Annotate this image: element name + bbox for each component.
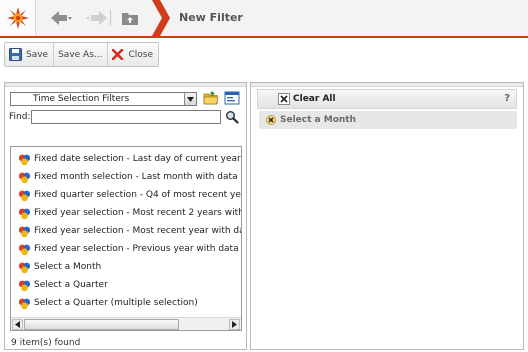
filter-category-value: Time Selection Filters: [33, 94, 130, 104]
filter-object-icon: [18, 280, 31, 291]
filter-category-select[interactable]: Time Selection Filters: [10, 92, 197, 106]
save-as-button[interactable]: Save As...: [54, 43, 109, 66]
filter-object-icon: [18, 244, 31, 255]
list-item-label: Fixed month selection - Last month with …: [34, 172, 242, 182]
toolbar: Save Save As... Close: [4, 42, 160, 67]
list-item-label: Fixed year selection - Previous year wit…: [34, 244, 242, 254]
filter-object-icon: [18, 298, 31, 309]
find-label: Find:: [9, 112, 31, 122]
app-logo[interactable]: [0, 0, 36, 36]
starburst-logo-icon: [6, 7, 29, 29]
back-button[interactable]: [48, 6, 74, 30]
clear-all-label: Clear All: [293, 94, 336, 104]
close-icon: [112, 49, 124, 60]
x-icon: [280, 95, 288, 103]
clear-all-icon: [278, 93, 290, 105]
list-window-icon: [224, 91, 240, 105]
list-item[interactable]: Fixed year selection - Most recent 2 yea…: [11, 204, 242, 222]
save-label: Save: [26, 49, 49, 60]
filter-object-icon: [18, 226, 31, 237]
remove-filter-button[interactable]: [266, 115, 276, 125]
find-input[interactable]: [31, 110, 221, 124]
list-item-label: Fixed quarter selection - Q4 of most rec…: [34, 190, 242, 200]
scrollbar-thumb[interactable]: [24, 319, 179, 330]
list-item[interactable]: Fixed year selection - Previous year wit…: [11, 240, 242, 258]
list-item[interactable]: Select a Quarter: [11, 276, 241, 294]
dropdown-arrow-button[interactable]: [184, 93, 196, 105]
items-found-count: 9 item(s) found: [11, 338, 81, 348]
nav-separator: [110, 10, 111, 26]
up-folder-button[interactable]: [117, 6, 143, 30]
panel-header-strip: [251, 83, 523, 87]
selected-filters-header: Clear All ?: [257, 89, 517, 109]
filter-object-icon: [18, 262, 31, 273]
top-nav-bar: New Filter: [0, 0, 528, 36]
page-title: New Filter: [179, 11, 243, 24]
folder-icon: [203, 91, 219, 105]
filter-object-icon: [18, 208, 31, 219]
filter-list: Fixed date selection - Last day of curre…: [10, 146, 242, 331]
list-item-label: Fixed date selection - Last day of curre…: [34, 154, 241, 164]
folder-up-icon: [122, 13, 138, 25]
breadcrumb-chevron-icon: [152, 0, 170, 36]
list-item-label: Fixed year selection - Most recent year …: [34, 226, 242, 236]
filter-browser-panel: Time Selection Filters Find: Fixed date …: [4, 82, 247, 350]
list-item[interactable]: Select a Month: [11, 258, 241, 276]
list-item-label: Select a Quarter (multiple selection): [34, 298, 198, 308]
caret-left-icon: [15, 321, 20, 328]
list-item[interactable]: Fixed month selection - Last month with …: [11, 168, 242, 186]
panel-header-strip: [5, 83, 246, 87]
close-button[interactable]: Close: [108, 43, 158, 66]
list-item-label: Fixed year selection - Most recent 2 yea…: [34, 208, 242, 218]
filter-object-icon: [18, 172, 31, 183]
forward-button[interactable]: [84, 6, 110, 30]
caret-right-icon: [232, 321, 237, 328]
help-icon[interactable]: ?: [504, 93, 510, 104]
save-button[interactable]: Save: [5, 43, 55, 66]
remove-icon: [266, 115, 276, 125]
filter-object-icon: [18, 154, 31, 165]
close-label: Close: [128, 49, 154, 60]
find-button[interactable]: [225, 110, 239, 124]
save-disk-icon: [9, 48, 22, 61]
selected-filter-label: Select a Month: [280, 115, 357, 125]
list-item[interactable]: Select a Quarter (multiple selection): [11, 294, 241, 312]
selected-filter-item[interactable]: Select a Month: [259, 111, 517, 129]
horizontal-scrollbar[interactable]: [11, 317, 241, 330]
list-item[interactable]: Fixed quarter selection - Q4 of most rec…: [11, 186, 242, 204]
selected-filters-panel: Clear All ? Select a Month: [250, 82, 524, 350]
list-view-button[interactable]: [224, 90, 240, 106]
save-as-label: Save As...: [58, 49, 103, 60]
list-item-label: Select a Quarter: [34, 280, 108, 290]
scroll-right-button[interactable]: [229, 319, 240, 330]
filter-object-icon: [18, 190, 31, 201]
open-folder-button[interactable]: [203, 90, 219, 106]
search-icon: [226, 111, 239, 124]
header-accent-line: [0, 36, 528, 38]
back-arrow-icon: [51, 11, 72, 25]
list-item[interactable]: Fixed date selection - Last day of curre…: [11, 150, 241, 168]
chevron-down-icon: [187, 96, 194, 102]
list-item-label: Select a Month: [34, 262, 102, 272]
clear-all-button[interactable]: Clear All: [278, 93, 336, 105]
list-item[interactable]: Fixed year selection - Most recent year …: [11, 222, 242, 240]
forward-arrow-icon: [86, 11, 107, 25]
scroll-left-button[interactable]: [12, 319, 23, 330]
